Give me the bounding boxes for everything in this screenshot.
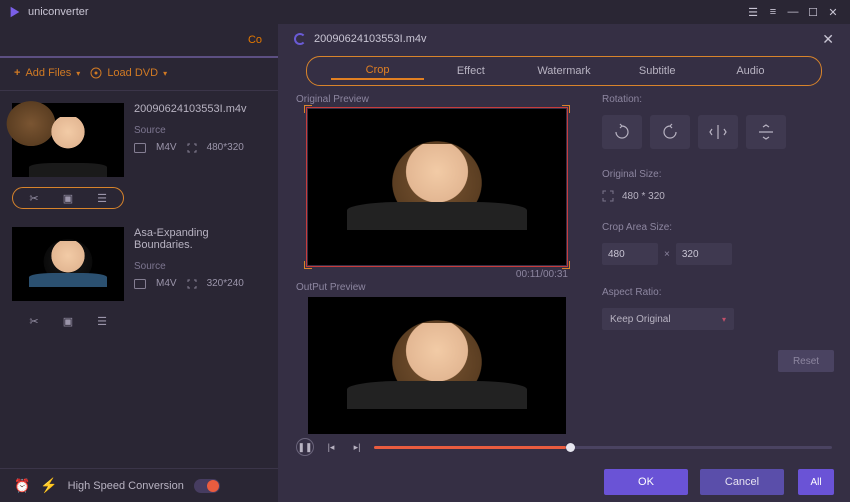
original-preview-label: Original Preview [296,94,584,105]
all-button[interactable]: All [798,469,834,495]
crop-icon[interactable]: ▣ [61,191,75,205]
panel-titlebar: 20090624103553I.m4v ✕ [278,24,850,54]
flip-vertical-button[interactable] [746,115,786,149]
chevron-down-icon: ▾ [722,315,726,324]
minimize-button[interactable]: — [784,3,802,21]
settings-column: Rotation: Original Size: 480 * 320 Crop … [602,92,834,434]
high-speed-label: High Speed Conversion [68,480,184,492]
maximize-button[interactable]: ☐ [804,3,822,21]
menu-icon[interactable]: ≡ [764,3,782,21]
expand-icon [602,190,614,202]
prev-frame-button[interactable]: |◂ [322,438,340,456]
high-speed-toggle[interactable] [194,479,220,493]
adjust-icon[interactable]: ☰ [95,314,109,328]
source-label: Source [134,261,266,272]
disc-icon [90,67,102,79]
chevron-down-icon: ▾ [163,69,167,78]
format-icon [134,279,146,289]
crop-width-input[interactable] [602,243,658,265]
crop-area-label: Crop Area Size: [602,222,834,233]
mini-tools: ✂ ▣ ☰ [12,187,124,209]
left-column: Co + Add Files ▾ Load DVD ▾ 200906241035… [0,24,278,502]
titlebar: uniconverter ☰ ≡ — ☐ ✕ [0,0,850,24]
app-title: uniconverter [28,6,89,18]
multiply-icon: × [664,249,670,260]
mini-tools: ✂ ▣ ☰ [12,311,124,331]
panel-filename: 20090624103553I.m4v [314,33,427,45]
rotate-cw-button[interactable] [650,115,690,149]
tab-crop[interactable]: Crop [331,64,424,80]
load-dvd-button[interactable]: Load DVD ▾ [90,67,167,79]
output-preview [308,297,566,434]
file-name: Asa-Expanding Boundaries. [134,227,266,251]
close-panel-button[interactable]: ✕ [822,31,834,48]
file-format: M4V [156,278,177,289]
add-files-label: Add Files [25,67,71,79]
add-files-button[interactable]: + Add Files ▾ [14,67,80,79]
expand-icon [187,143,197,153]
file-dimensions: 320*240 [207,278,244,289]
crop-height-input[interactable] [676,243,732,265]
file-card[interactable]: Asa-Expanding Boundaries. Source M4V 320… [0,221,278,307]
ok-button[interactable]: OK [604,469,688,495]
file-dimensions: 480*320 [207,142,244,153]
thumbnail [12,103,124,177]
editor-tabs: Crop Effect Watermark Subtitle Audio [306,56,822,86]
tab-effect[interactable]: Effect [424,65,517,77]
format-icon [134,143,146,153]
aspect-ratio-label: Aspect Ratio: [602,287,834,298]
cancel-button[interactable]: Cancel [700,469,784,495]
user-icon[interactable]: ☰ [744,3,762,21]
panel-footer: OK Cancel All [278,462,850,502]
load-dvd-label: Load DVD [107,67,158,79]
editor-panel: 20090624103553I.m4v ✕ Crop Effect Waterm… [278,24,850,502]
reset-button[interactable]: Reset [778,350,834,372]
expand-icon [187,279,197,289]
original-size-label: Original Size: [602,169,834,180]
source-label: Source [134,125,266,136]
pause-button[interactable]: ❚❚ [296,438,314,456]
crop-icon[interactable]: ▣ [61,314,75,328]
transport-bar: ❚❚ |◂ ▸| [278,434,850,462]
trim-icon[interactable]: ✂ [27,191,41,205]
original-size-value: 480 * 320 [622,191,665,202]
trim-icon[interactable]: ✂ [27,314,41,328]
rotation-row [602,115,834,149]
tab-audio[interactable]: Audio [704,65,797,77]
tool-row: + Add Files ▾ Load DVD ▾ [0,58,278,88]
alarm-icon[interactable]: ⏰ [14,478,30,494]
spinner-icon [294,33,306,45]
aspect-ratio-select[interactable]: Keep Original ▾ [602,308,734,330]
file-format: M4V [156,142,177,153]
flip-horizontal-button[interactable] [698,115,738,149]
timecode: 00:11/00:31 [296,269,568,280]
preview-column: Original Preview 00:11/00:31 OutPut Prev… [296,92,584,434]
aspect-ratio-value: Keep Original [610,314,671,325]
tab-subtitle[interactable]: Subtitle [611,65,704,77]
original-preview[interactable] [308,109,566,265]
file-card[interactable]: 20090624103553I.m4v Source M4V 480*320 [0,97,278,183]
next-frame-button[interactable]: ▸| [348,438,366,456]
close-window-button[interactable]: ✕ [824,3,842,21]
bolt-icon: ⚡ [40,477,57,494]
rotation-label: Rotation: [602,94,834,105]
seek-slider[interactable] [374,446,832,449]
logo-icon [8,5,22,19]
file-name: 20090624103553I.m4v [134,103,266,115]
thumbnail [12,227,124,301]
chevron-down-icon: ▾ [76,69,80,78]
bottom-bar: ⏰ ⚡ High Speed Conversion [0,468,278,502]
output-preview-label: OutPut Preview [296,282,584,293]
rotate-ccw-button[interactable] [602,115,642,149]
top-nav: Co [0,24,278,58]
nav-convert[interactable]: Co [248,34,262,46]
adjust-icon[interactable]: ☰ [95,191,109,205]
tab-watermark[interactable]: Watermark [517,65,610,77]
